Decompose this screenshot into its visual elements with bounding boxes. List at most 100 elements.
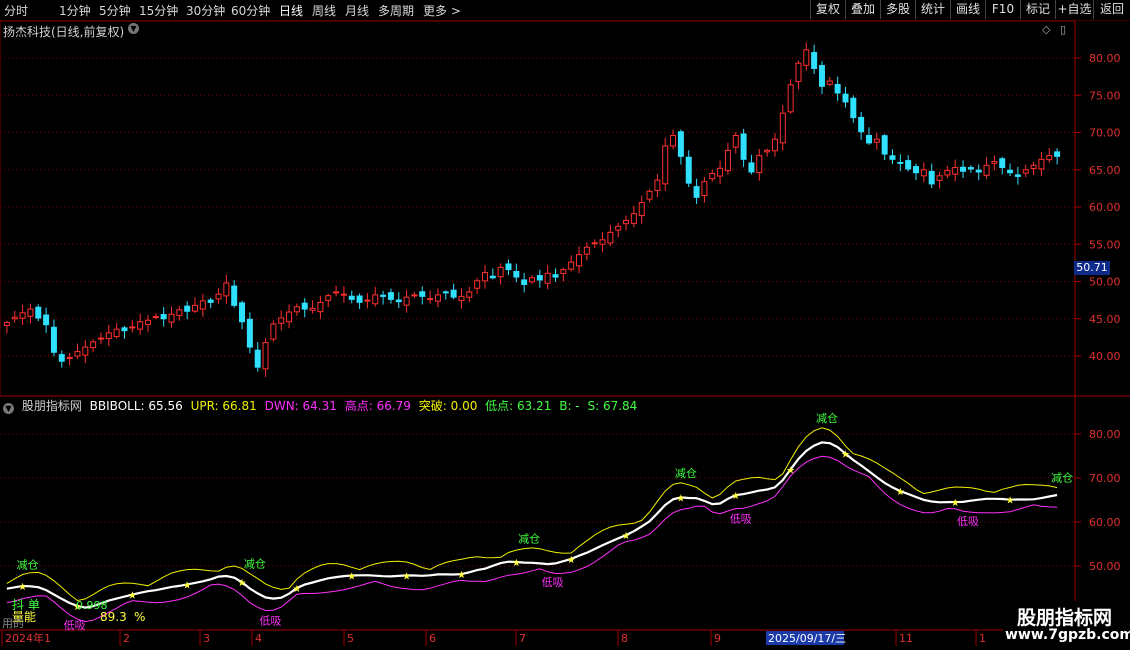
- candle-body: [66, 356, 73, 359]
- candle-body: [576, 254, 583, 267]
- candle-body: [748, 162, 755, 173]
- candle-body: [1007, 169, 1014, 174]
- candle-body: [521, 279, 528, 285]
- candle-body: [905, 160, 912, 170]
- candle-body: [591, 242, 598, 245]
- date-label: 5: [347, 632, 354, 645]
- chart-canvas[interactable]: 80.00 75.00 70.00 65.00 60.00 55.00 50.00 45.00…: [0, 0, 1130, 650]
- legend-s: S: 67.84: [587, 399, 638, 413]
- percent-value: 89.3: [100, 610, 127, 624]
- date-label: 9: [714, 632, 721, 645]
- candle-body: [928, 170, 935, 185]
- date-label: 4: [255, 632, 262, 645]
- candle-body: [842, 93, 849, 103]
- candle-body: [803, 49, 810, 66]
- signal-star: ★: [841, 450, 850, 461]
- candle-body: [246, 318, 253, 348]
- candle-body: [442, 291, 449, 294]
- candle-body: [380, 294, 387, 297]
- candle-body: [1038, 158, 1045, 170]
- candle-body: [325, 295, 332, 301]
- candle-body: [724, 149, 731, 172]
- diamond-icon[interactable]: ◇: [1042, 23, 1050, 36]
- candle-body: [395, 299, 402, 303]
- bbiboll-line: [6, 441, 1058, 609]
- watermark-title: 股朋指标网: [1017, 607, 1113, 629]
- candle-body: [889, 155, 896, 160]
- candle-body: [505, 263, 512, 271]
- candle-body: [481, 272, 488, 282]
- indicator-grid: [0, 433, 1075, 567]
- candle-body: [340, 293, 347, 296]
- candle-body: [787, 84, 794, 113]
- candle-body: [192, 304, 199, 312]
- candle-body: [960, 166, 967, 172]
- main-price-axis: 80.00 75.00 70.00 65.00 60.00 55.00 50.00 45.00…: [1075, 52, 1121, 363]
- candle-body: [434, 294, 441, 302]
- candle-body: [474, 280, 481, 289]
- legend-low: 低点: 63.21: [485, 399, 552, 413]
- signal-reduce-label: 减仓: [17, 558, 39, 572]
- date-label: 7: [519, 632, 526, 645]
- candle-body: [1022, 169, 1029, 174]
- candle-body: [1014, 174, 1021, 177]
- legend-high: 高点: 66.79: [344, 399, 411, 413]
- candle-body: [129, 326, 136, 329]
- percent-sign: %: [134, 610, 145, 624]
- candle-body: [826, 80, 833, 85]
- date-label: 11: [899, 632, 913, 645]
- date-label: 6: [429, 632, 436, 645]
- candle-body: [850, 97, 857, 119]
- candle-body: [466, 291, 473, 298]
- candle-body: [333, 291, 340, 294]
- signal-reduce-label: 减仓: [675, 466, 697, 480]
- candle-body: [881, 135, 888, 155]
- indicator-axis-label: 50.00: [1089, 560, 1121, 573]
- candle-body: [693, 186, 700, 198]
- candle-body: [387, 292, 394, 300]
- indicator-axis-label: 80.00: [1089, 428, 1121, 441]
- signal-star: ★: [567, 555, 576, 566]
- indicator-axis-label: 60.00: [1089, 516, 1121, 529]
- candle-body: [223, 282, 230, 297]
- legend-b: B: -: [559, 399, 580, 413]
- candle-body: [1054, 151, 1061, 157]
- signal-reduce-label: 减仓: [1051, 471, 1073, 485]
- candle-body: [623, 219, 630, 225]
- chevron-down-icon[interactable]: ▼: [3, 403, 14, 414]
- price-axis-label: 60.00: [1089, 201, 1121, 214]
- indicator-axis: 80.00 70.00 60.00 50.00: [1075, 428, 1121, 573]
- restore-icon[interactable]: ▯: [1060, 23, 1066, 36]
- candle-body: [137, 321, 144, 330]
- legend-bbiboll: BBIBOLL: 65.56: [89, 399, 183, 413]
- candle-body: [3, 321, 10, 326]
- candle-body: [309, 307, 316, 311]
- candle-body: [865, 134, 872, 144]
- candle-body: [411, 294, 418, 297]
- signal-star: ★: [402, 571, 411, 582]
- signal-buy-low-label: 低吸: [542, 576, 564, 589]
- candle-body: [654, 179, 661, 191]
- price-axis-label: 55.00: [1089, 238, 1121, 251]
- candle-body: [35, 306, 42, 319]
- candle-body: [897, 161, 904, 164]
- indicator-legend: ▼ 股朋指标网 BBIBOLL: 65.56 UPR: 66.81 DWN: 6…: [0, 397, 641, 414]
- current-price-tag: 50.71: [1074, 261, 1110, 275]
- candle-body: [239, 302, 246, 323]
- chevron-down-icon[interactable]: ▼: [128, 23, 139, 34]
- signal-star: ★: [238, 578, 247, 589]
- candle-body: [176, 309, 183, 316]
- price-axis-label: 70.00: [1089, 127, 1121, 140]
- candle-body: [50, 326, 57, 353]
- small-value: 0.998: [76, 599, 108, 612]
- stock-title: 扬杰科技(日线,前复权): [3, 25, 125, 39]
- candle-body: [199, 300, 206, 310]
- main-grid: [0, 57, 1075, 357]
- candle-body: [913, 166, 920, 174]
- main-chart-frame: [0, 20, 1076, 397]
- candle-body: [732, 134, 739, 148]
- candle-body: [677, 131, 684, 157]
- signal-star: ★: [457, 570, 466, 581]
- candle-body: [952, 167, 959, 175]
- candle-body: [152, 316, 159, 319]
